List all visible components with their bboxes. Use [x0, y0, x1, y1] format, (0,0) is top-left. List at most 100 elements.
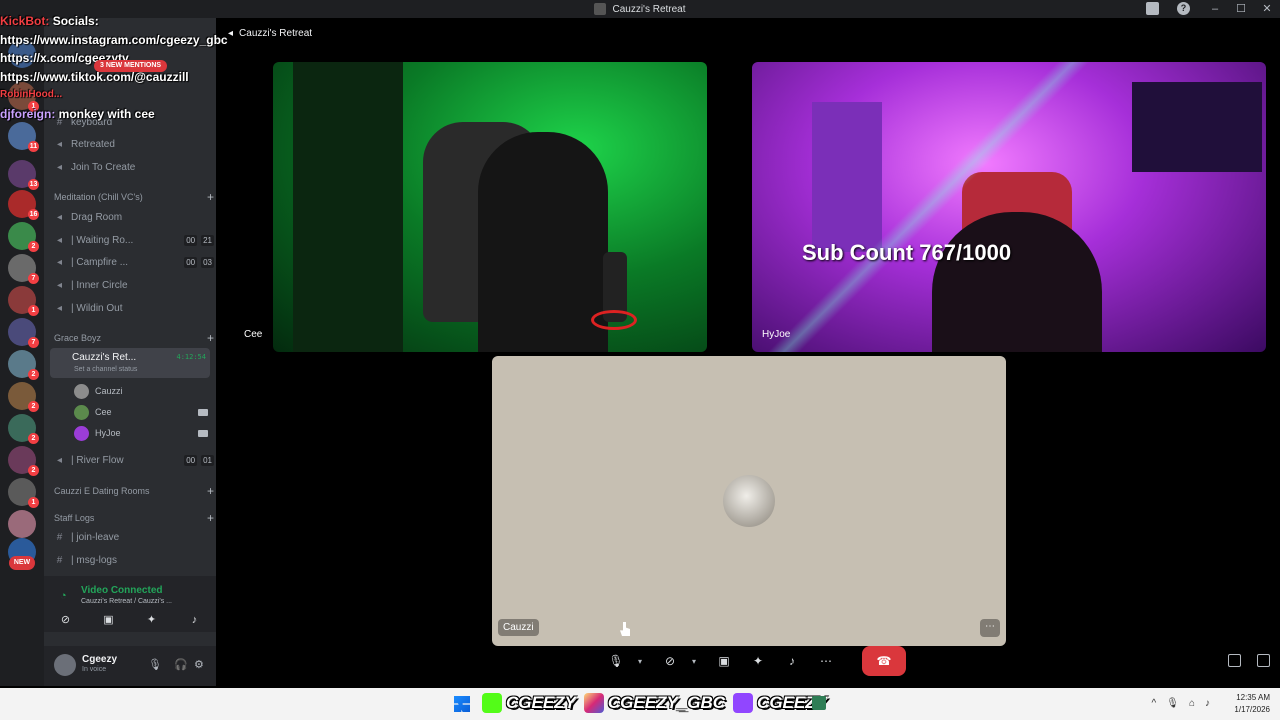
voice-channel[interactable]: ◂| Wildin Out	[54, 298, 214, 318]
stream-chat-overlay: KickBot: Socials: https://www.instagram.…	[0, 12, 260, 123]
mention-badge: 2	[28, 401, 39, 412]
user-limit: 21	[201, 235, 214, 246]
category-staff-logs[interactable]: Staff Logs+	[54, 510, 214, 526]
chevron-up-icon[interactable]: ^	[1152, 698, 1157, 709]
server-icon[interactable]: 2	[8, 414, 36, 442]
socials-banner: CGEEZY CGEEZY_GBC CGEEZY	[482, 693, 827, 713]
windows-start-icon[interactable]	[454, 696, 470, 712]
add-channel-icon[interactable]: +	[207, 484, 214, 498]
avatar[interactable]	[54, 654, 76, 676]
text-channel-msg-logs[interactable]: #| msg-logs	[54, 550, 214, 570]
text-channel-join-leave[interactable]: #| join-leave	[54, 527, 214, 547]
video-tile-hyjoe[interactable]	[752, 62, 1266, 352]
add-channel-icon[interactable]: +	[207, 190, 214, 204]
active-voice-channel[interactable]: Cauzzi's Ret... Set a channel status 4:1…	[50, 348, 210, 378]
chat-username: RobinHood...	[0, 86, 260, 105]
video-content	[478, 132, 608, 352]
mention-badge: 1	[28, 497, 39, 508]
voice-channel-river-flow[interactable]: ◂| River Flow0001	[54, 450, 214, 470]
minimize-button[interactable]: –	[1202, 0, 1228, 18]
voice-status: Video Connected	[81, 585, 163, 596]
add-channel-icon[interactable]: +	[207, 331, 214, 345]
signal-icon[interactable]: ◔	[60, 590, 67, 602]
user-limit: 03	[201, 257, 214, 268]
camera-off-icon[interactable]: ⊘	[658, 654, 682, 668]
screen-share-icon[interactable]: ▣	[712, 654, 736, 668]
soundboard-icon[interactable]: ♪	[780, 654, 804, 668]
category-dating-rooms[interactable]: Cauzzi E Dating Rooms+	[54, 483, 214, 499]
camera-icon	[198, 409, 208, 416]
add-channel-icon[interactable]: +	[207, 511, 214, 525]
chat-message: https://www.instagram.com/cgeezy_gbc	[0, 31, 260, 50]
network-icon[interactable]: ⌂	[1189, 698, 1195, 709]
voice-user[interactable]: Cauzzi	[74, 381, 208, 401]
voice-channel-path[interactable]: Cauzzi's Retreat / Cauzzi's ...	[81, 598, 172, 605]
chevron-down-icon[interactable]: ▾	[692, 657, 702, 666]
server-icon[interactable]: 1	[8, 286, 36, 314]
server-icon[interactable]: 2	[8, 222, 36, 250]
chat-message: monkey with cee	[59, 107, 155, 121]
server-icon[interactable]: 7	[8, 318, 36, 346]
end-call-button[interactable]: ☎	[862, 646, 906, 676]
video-tile-cauzzi[interactable]: Cauzzi ⋯	[492, 356, 1006, 646]
close-button[interactable]: ✕	[1254, 0, 1280, 18]
activities-icon[interactable]: ✦	[145, 614, 159, 626]
voice-channel-join-to-create[interactable]: ◂Join To Create	[54, 157, 214, 177]
server-icon[interactable]: 2	[8, 350, 36, 378]
app-icon[interactable]	[812, 696, 826, 710]
tile-name-cauzzi: Cauzzi	[498, 619, 539, 636]
camera-off-icon[interactable]: ⊘	[59, 614, 73, 626]
voice-user[interactable]: HyJoe	[74, 423, 208, 443]
more-icon[interactable]: ⋯	[814, 654, 838, 668]
speaker-icon: ◂	[54, 455, 65, 466]
server-icon	[594, 3, 606, 15]
voice-channel[interactable]: ◂| Campfire ...0003	[54, 252, 214, 272]
maximize-button[interactable]: ☐	[1228, 0, 1254, 18]
chat-message: Socials:	[53, 14, 99, 28]
category-grace-boyz[interactable]: Grace Boyz+	[54, 330, 214, 346]
server-icon[interactable]: 13	[8, 160, 36, 188]
mention-badge: 2	[28, 369, 39, 380]
new-mentions-badge[interactable]: 3 NEW MENTIONS	[94, 60, 167, 72]
settings-icon[interactable]: ⚙	[194, 658, 204, 671]
activities-icon[interactable]: ✦	[746, 654, 770, 668]
server-icon[interactable]: 2	[8, 382, 36, 410]
microphone-icon[interactable]: 🎙	[604, 654, 628, 668]
popout-icon[interactable]	[1228, 654, 1241, 667]
window-title: Cauzzi's Retreat	[612, 4, 685, 15]
voice-channel[interactable]: ◂| Inner Circle	[54, 275, 214, 295]
fullscreen-icon[interactable]	[1257, 654, 1270, 667]
voice-user[interactable]: Cee	[74, 402, 208, 422]
volume-icon[interactable]: ♪	[1205, 698, 1210, 709]
server-icon[interactable]: 2	[8, 446, 36, 474]
hash-icon: #	[54, 555, 65, 566]
screen-share-icon[interactable]: ▣	[102, 614, 116, 626]
voice-channel[interactable]: ◂Drag Room	[54, 207, 214, 227]
avatar	[723, 475, 775, 527]
microphone-icon[interactable]: 🎙	[148, 658, 162, 671]
video-tile-cee[interactable]	[273, 62, 707, 352]
voice-channel[interactable]: ◂| Waiting Ro...0021	[54, 230, 214, 250]
server-icon[interactable]: 11	[8, 122, 36, 150]
tile-name-hyjoe: HyJoe	[762, 329, 790, 340]
channel-status[interactable]: Set a channel status	[74, 366, 137, 373]
headphones-icon[interactable]: 🎧	[174, 658, 188, 671]
more-options-button[interactable]: ⋯	[980, 619, 1000, 637]
soundboard-icon[interactable]: ♪	[188, 614, 202, 626]
speaker-icon: ◂	[54, 139, 65, 150]
help-icon[interactable]: ?	[1177, 2, 1190, 15]
server-icon[interactable]: 16	[8, 190, 36, 218]
inbox-icon[interactable]	[1146, 2, 1159, 15]
speaker-icon: ◂	[54, 257, 65, 268]
server-icon[interactable]: 7	[8, 254, 36, 282]
chevron-down-icon[interactable]: ▾	[638, 657, 648, 666]
server-icon[interactable]: 1	[8, 478, 36, 506]
microphone-icon[interactable]: 🎙	[1166, 698, 1179, 709]
category-meditation[interactable]: Meditation (Chill VC's)+	[54, 189, 214, 205]
system-clock[interactable]: 12:35 AM 1/17/2026	[1234, 692, 1270, 716]
social-handle: CGEEZY	[506, 693, 576, 713]
user-count: 00	[184, 455, 197, 466]
server-icon[interactable]	[8, 510, 36, 538]
voice-channel-retreated[interactable]: ◂Retreated	[54, 134, 214, 154]
hash-icon: #	[54, 532, 65, 543]
